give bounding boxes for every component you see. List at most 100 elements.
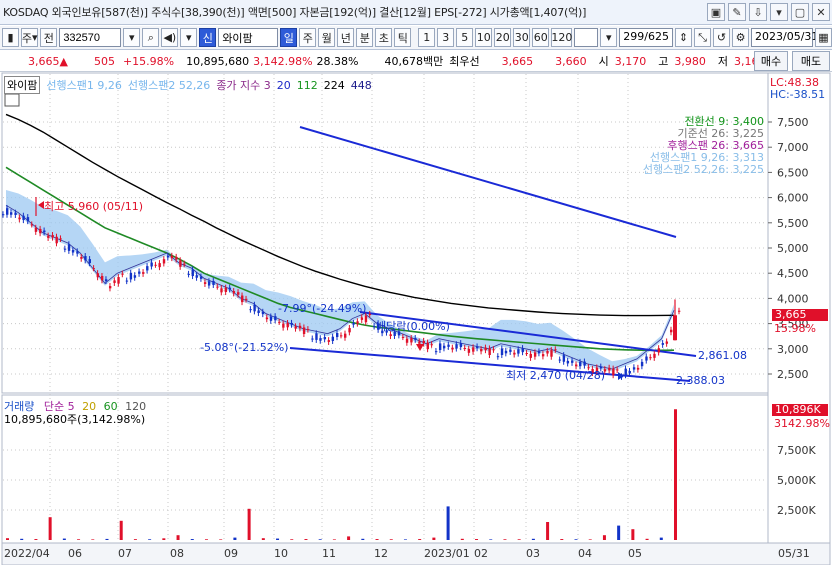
chart-toolbar: ▮ 주▾ 전 ▾ ⌕ ◀) ▾ 신 와이팜 일 주 월 년 분 초 틱 1 3 … — [0, 26, 832, 50]
date-tick-label: 06 — [68, 547, 82, 560]
stock-tag[interactable]: 와이팜 — [4, 76, 41, 94]
volume-bar — [276, 538, 280, 540]
new-listing-badge: 신 — [199, 28, 217, 47]
candle-body — [162, 259, 166, 264]
speaker-icon[interactable]: ◀) — [161, 28, 179, 47]
interval-button[interactable]: 60 — [532, 28, 550, 47]
candle-body — [76, 251, 79, 254]
chart-type-icon[interactable]: ▮ — [2, 28, 19, 47]
candle-body — [191, 269, 194, 277]
candle-body — [121, 273, 124, 275]
period-tick-button[interactable]: 틱 — [394, 28, 412, 47]
volume-bar — [418, 539, 422, 540]
candle-body — [323, 337, 327, 340]
candle-body — [616, 369, 619, 371]
price-change-pct: +15.98% — [122, 54, 175, 68]
page-counter[interactable]: 299/625 — [619, 28, 673, 47]
calendar-icon[interactable]: ▦ — [815, 28, 832, 47]
interval-button[interactable]: 20 — [494, 28, 512, 47]
candle-body — [100, 275, 104, 281]
volume-tick-label: 5,000K — [777, 474, 816, 487]
candle-body — [199, 276, 203, 279]
candle-body — [509, 349, 512, 352]
buy-button[interactable]: 매수 — [754, 51, 788, 71]
restore-icon[interactable]: ▢ — [791, 3, 809, 21]
date-tick-label: 08 — [170, 547, 184, 560]
candle-body — [640, 361, 644, 367]
search-icon[interactable]: ⌕ — [142, 28, 160, 47]
candle-body — [183, 263, 186, 265]
market-select[interactable]: 주 ▾ — [21, 28, 39, 47]
candle-body — [352, 322, 355, 325]
volume-bar — [531, 538, 535, 540]
interval-button[interactable]: 30 — [513, 28, 531, 47]
stock-code-input[interactable] — [59, 28, 122, 47]
code-dropdown-icon[interactable]: ▾ — [123, 28, 141, 47]
price-tick-label: 7,000 — [777, 141, 809, 154]
candle-body — [405, 338, 409, 343]
interval-button[interactable]: 1 — [418, 28, 436, 47]
interval-button[interactable]: 3 — [437, 28, 455, 47]
edit-icon[interactable]: ✎ — [728, 3, 746, 21]
interval-button[interactable]: 10 — [475, 28, 493, 47]
candle-body — [575, 364, 578, 367]
candle-body — [525, 353, 528, 354]
candle-body — [336, 333, 339, 338]
volume-bar — [176, 535, 180, 540]
candle-body — [80, 256, 83, 259]
sell-button[interactable]: 매도 — [792, 51, 830, 71]
undo-icon[interactable]: ↺ — [713, 28, 730, 47]
candle-body — [84, 256, 87, 261]
date-field[interactable]: 2023/05/31 — [751, 28, 818, 47]
legend-ma112: 112 — [296, 78, 318, 92]
candle-body — [554, 349, 557, 351]
candle-body — [282, 323, 285, 328]
zoom-icon[interactable]: ⤡ — [694, 28, 711, 47]
scroll-icon[interactable]: ⇕ — [675, 28, 692, 47]
candle-body — [261, 311, 265, 315]
price-tick-label: 6,000 — [777, 192, 809, 205]
candle-body — [517, 349, 520, 354]
turnover-rate: 28.38% — [316, 54, 359, 68]
candle-body — [455, 344, 458, 349]
volume-bar — [162, 538, 166, 540]
period-week-button[interactable]: 주 — [299, 28, 317, 47]
period-month-button[interactable]: 월 — [318, 28, 336, 47]
interval-button[interactable]: 5 — [456, 28, 474, 47]
candle-body — [150, 262, 153, 267]
market-select-label: 주 — [21, 31, 32, 45]
volume-bar — [659, 537, 663, 540]
candle-body — [232, 291, 236, 294]
stock-name-field[interactable]: 와이팜 — [218, 28, 279, 47]
period-minute-button[interactable]: 분 — [356, 28, 374, 47]
interval-dropdown-icon[interactable]: ▾ — [600, 28, 618, 47]
pin-icon[interactable]: ⇩ — [749, 3, 767, 21]
candle-body — [43, 230, 46, 233]
volume-bar — [588, 539, 592, 540]
candle-body — [125, 280, 129, 282]
period-day-button[interactable]: 일 — [280, 28, 298, 47]
period-second-button[interactable]: 초 — [375, 28, 393, 47]
volume-bar — [631, 529, 635, 540]
speaker-dropdown-icon[interactable]: ▾ — [180, 28, 198, 47]
trendline-value-upper: 2,861.08 — [698, 349, 747, 362]
ex-dividend-annotation: 배당락(0.00%) — [376, 320, 450, 333]
open-price: 3,170 — [614, 54, 647, 68]
gear-icon[interactable]: ⚙ — [732, 28, 749, 47]
close-icon[interactable]: ✕ — [812, 3, 830, 21]
hc-value: HC:-38.51 — [770, 88, 826, 101]
interval-button[interactable]: 120 — [551, 28, 573, 47]
dropdown-icon[interactable]: ▾ — [770, 3, 788, 21]
volume-bar — [517, 539, 521, 540]
stock-info-bar: KOSDAQ 외국인보유[587(천)] 주식수[38,390(천)] 액면[5… — [0, 0, 832, 25]
candle-body — [228, 287, 232, 290]
candle-body — [274, 316, 277, 321]
high-price: 3,980 — [674, 54, 706, 68]
interval-custom-input[interactable] — [574, 28, 599, 47]
scope-select[interactable]: 전 — [40, 28, 58, 47]
window-icon[interactable]: ▣ — [707, 3, 725, 21]
candle-body — [331, 336, 335, 341]
date-tick-label: 03 — [526, 547, 540, 560]
period-year-button[interactable]: 년 — [337, 28, 355, 47]
candle-body — [513, 352, 516, 355]
